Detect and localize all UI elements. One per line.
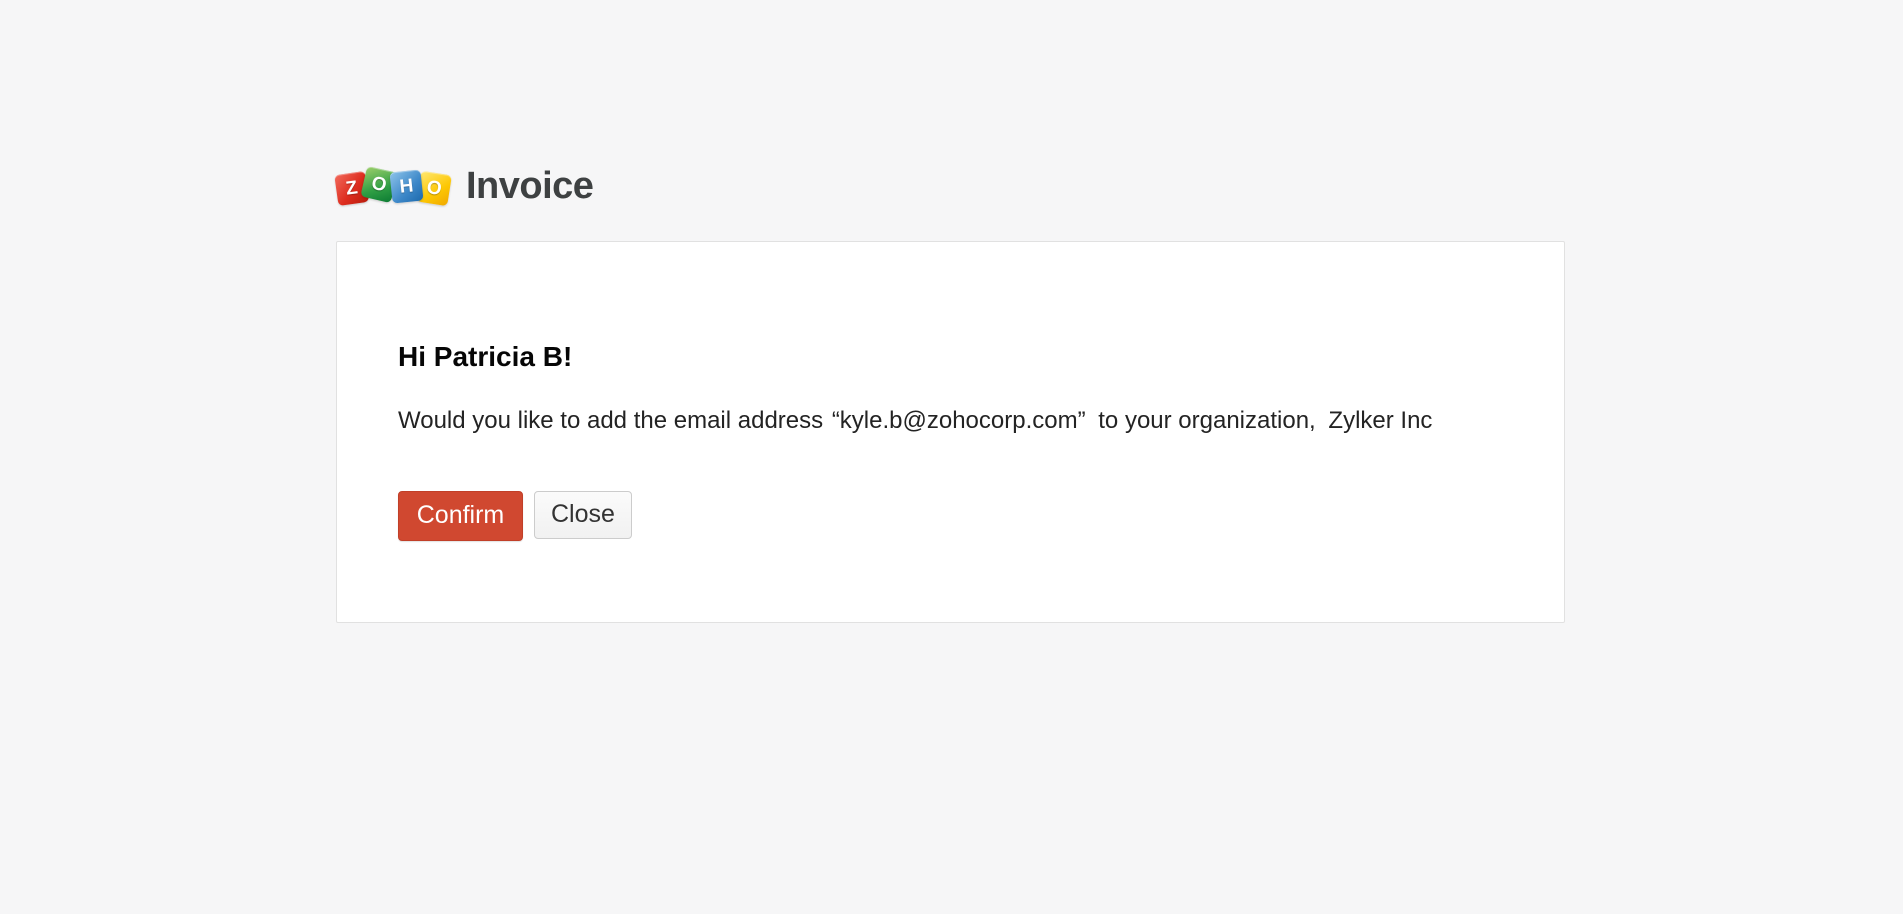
zoho-logo-icon: Z O H O xyxy=(336,171,450,202)
zoho-logo-tile-h-icon: H xyxy=(389,169,423,203)
email-address: “kyle.b@zohocorp.com” xyxy=(832,407,1086,434)
zoho-invoice-logo: Z O H O Invoice xyxy=(336,160,593,212)
page-background: Z O H O Invoice Hi Patricia B! Would you… xyxy=(0,0,1903,914)
greeting-heading: Hi Patricia B! xyxy=(398,339,1564,375)
confirmation-message: Would you like to add the email address … xyxy=(398,404,1503,437)
confirmation-card: Hi Patricia B! Would you like to add the… xyxy=(336,241,1565,623)
logo-product-name: Invoice xyxy=(466,167,593,205)
message-text-after: to your organization, xyxy=(1092,407,1323,434)
confirm-button[interactable]: Confirm xyxy=(398,491,523,541)
message-text-before: Would you like to add the email address xyxy=(398,407,830,434)
close-button[interactable]: Close xyxy=(534,491,632,539)
organization-name: Zylker Inc xyxy=(1328,407,1432,434)
dialog-actions: Confirm Close xyxy=(398,491,1564,541)
